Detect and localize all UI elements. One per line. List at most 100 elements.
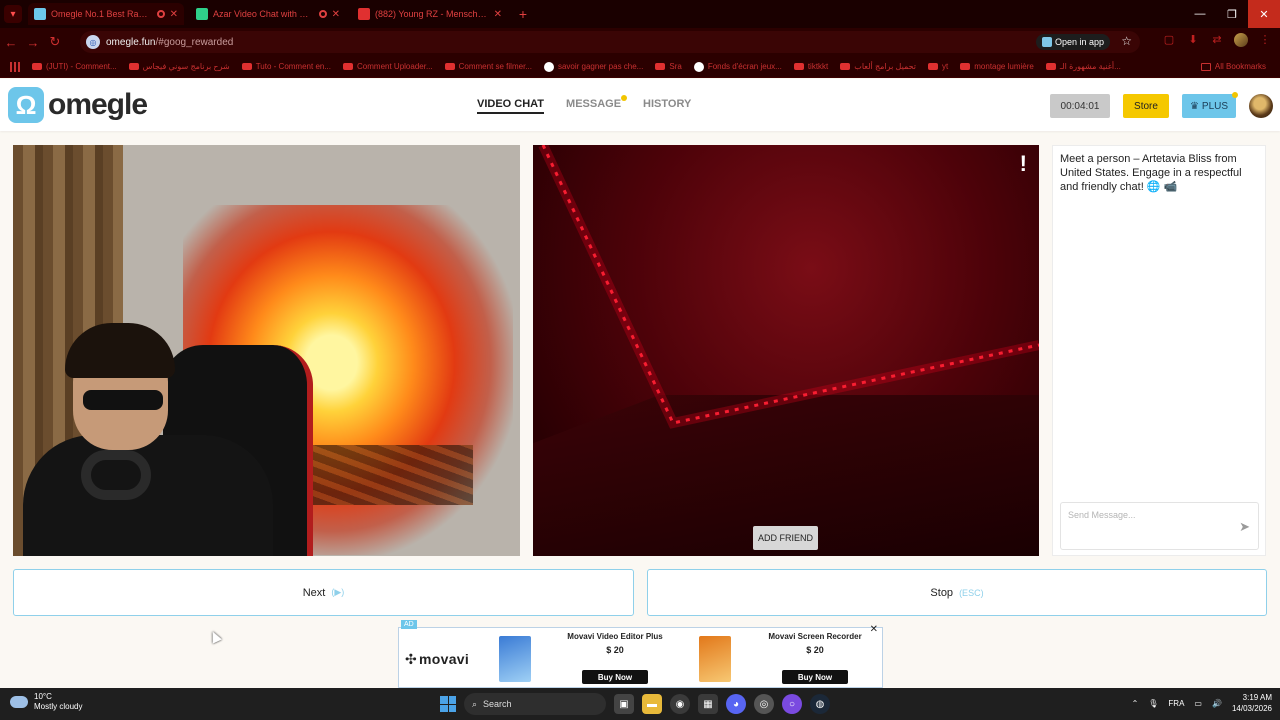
network-icon[interactable]: ▭ [1194,699,1202,708]
window-controls: — ❐ ✕ [1184,0,1280,28]
bookmark-star-icon[interactable]: ☆ [1121,34,1132,48]
tab-search-icon[interactable]: ▾ [4,5,22,23]
omegle-logo-icon: Ω [8,87,44,123]
ad-close-icon[interactable]: ✕ [870,624,878,635]
ad-badge: AD [401,620,417,629]
bookmark-item[interactable]: أغنية مشهورة الـ... [1042,62,1125,71]
microphone-icon[interactable]: 🎙 [1148,699,1158,708]
buy-now-button[interactable]: Buy Now [782,670,848,684]
product-box-image [499,636,531,682]
task-view-icon[interactable]: ▣ [614,694,634,714]
apps-grid-icon[interactable] [6,61,24,72]
browser-tab-bar: ▾ Omegle No.1 Best Rando... ✕ Azar Video… [0,0,1280,28]
system-tray: ⌃ 🎙 FRA ▭ 🔊 3:19 AM 14/03/2026 [1132,692,1272,714]
tab-title: Omegle No.1 Best Rando... [51,9,152,19]
logo-text: omegle [48,88,148,121]
windows-start-icon[interactable] [440,696,456,712]
next-button[interactable]: Next (▶) [13,569,634,616]
new-tab-button[interactable]: + [514,6,532,22]
tray-expand-icon[interactable]: ⌃ [1132,699,1139,708]
browser-tab-youtube[interactable]: (882) Young RZ - Mensch Kh... ✕ [352,3,508,25]
weather-widget[interactable]: 10°C Mostly cloudy [10,692,82,712]
bookmark-item[interactable]: Sra [651,62,685,71]
discord-icon[interactable]: ◕ [726,694,746,714]
next-hint: (▶) [331,587,345,597]
minimize-icon[interactable]: — [1184,0,1216,28]
buy-now-button[interactable]: Buy Now [582,670,648,684]
headset [81,450,151,500]
app-icon[interactable]: ◎ [754,694,774,714]
send-icon[interactable]: ➤ [1239,519,1250,535]
bookmarks-bar: (JUTI) - Comment... شرح برنامج سوني فيجا… [0,56,1280,78]
bookmark-item[interactable]: Tuto - Comment en... [238,62,335,71]
store-button[interactable]: Store [1123,94,1169,118]
stop-hint: (ESC) [959,587,984,598]
tab-close-icon[interactable]: ✕ [332,9,340,20]
reload-icon[interactable]: ↻ [44,34,66,50]
steam-icon[interactable]: ◍ [810,694,830,714]
bookmark-item[interactable]: شرح برنامج سوني فيجاس [125,62,234,71]
tab-title: Azar Video Chat with New... [213,9,314,19]
nav-history[interactable]: HISTORY [643,98,691,114]
stop-button[interactable]: Stop (ESC) [647,569,1267,616]
message-input[interactable]: Send Message... ➤ [1060,502,1259,550]
youtube-favicon-icon [358,8,370,20]
nav-message[interactable]: MESSAGE [566,95,628,114]
profile-icon[interactable] [1234,33,1248,47]
bookmark-item[interactable]: Comment se filmer... [441,62,536,71]
omegle-logo[interactable]: Ω omegle [8,87,148,123]
crown-icon: ♛ [1189,100,1199,112]
notification-dot [621,95,628,101]
menu-dots-icon[interactable]: ⋮ [1258,33,1272,47]
browser-tab-azar[interactable]: Azar Video Chat with New... ✕ [190,3,346,25]
bookmark-item[interactable]: yt [924,62,952,71]
bookmark-item[interactable]: montage lumière [956,62,1038,71]
chrome-icon[interactable]: ◉ [670,694,690,714]
mouse-cursor-icon [208,629,222,644]
app-icon[interactable]: ○ [782,694,802,714]
store-app-icon[interactable]: ▦ [698,694,718,714]
plus-button[interactable]: ♛ PLUS [1182,92,1238,118]
window-close-icon[interactable]: ✕ [1248,0,1280,28]
download-icon[interactable]: ⬇ [1186,33,1200,47]
tab-close-icon[interactable]: ✕ [170,9,178,20]
nav-video-chat[interactable]: VIDEO CHAT [477,98,545,114]
bookmark-item[interactable]: (JUTI) - Comment... [28,62,121,71]
ad-banner[interactable]: AD ✕ ✣ movavi Movavi Video Editor Plus $ … [398,620,883,688]
session-timer: 00:04:01 [1050,94,1110,118]
open-in-app-button[interactable]: Open in app [1035,34,1110,50]
url-field[interactable]: ◎ omegle.fun/#goog_rewarded Open in app … [80,31,1140,53]
forward-icon[interactable]: → [22,35,44,50]
tab-close-icon[interactable]: ✕ [494,9,502,20]
ad-product: Movavi Video Editor Plus $ 20 [567,632,663,655]
extension-icon[interactable]: ▢ [1162,33,1176,47]
bookmark-item[interactable]: tiktkkt [790,62,832,71]
browser-tab-omegle[interactable]: Omegle No.1 Best Rando... ✕ [28,3,184,25]
taskbar-search[interactable]: ⌕ Search [464,693,606,715]
site-info-icon[interactable]: ◎ [86,35,100,49]
youtube-icon [655,63,666,70]
cast-icon[interactable]: ⇄ [1210,33,1224,47]
bookmark-item[interactable]: تحميل برامج ألعاب [836,62,920,71]
remote-video: ! ADD FRIEND [533,145,1039,556]
bookmark-item[interactable]: Comment Uploader... [339,62,437,71]
file-explorer-icon[interactable]: ▬ [642,694,662,714]
clock[interactable]: 3:19 AM 14/03/2026 [1232,692,1272,714]
youtube-icon [128,63,139,70]
bookmark-item[interactable]: Fonds d'écran jeux... [690,61,786,72]
restore-icon[interactable]: ❐ [1216,0,1248,28]
bookmark-item[interactable]: savoir gagner pas che... [540,61,647,72]
volume-icon[interactable]: 🔊 [1212,699,1222,708]
back-icon[interactable]: ← [0,35,22,50]
ad-product: Movavi Screen Recorder $ 20 [768,632,862,655]
language-indicator[interactable]: FRA [1168,699,1184,708]
omegle-favicon-icon [34,8,46,20]
add-friend-button[interactable]: ADD FRIEND [753,526,818,550]
report-button[interactable]: ! [1020,151,1027,177]
all-bookmarks-button[interactable]: All Bookmarks [1197,62,1270,71]
user-avatar[interactable] [1249,94,1273,118]
youtube-icon [444,63,455,70]
toolbar-actions: ▢ ⬇ ⇄ ⋮ [1162,33,1272,47]
recording-icon [318,10,327,18]
address-bar: ← → ↻ ◎ omegle.fun/#goog_rewarded Open i… [0,28,1280,56]
